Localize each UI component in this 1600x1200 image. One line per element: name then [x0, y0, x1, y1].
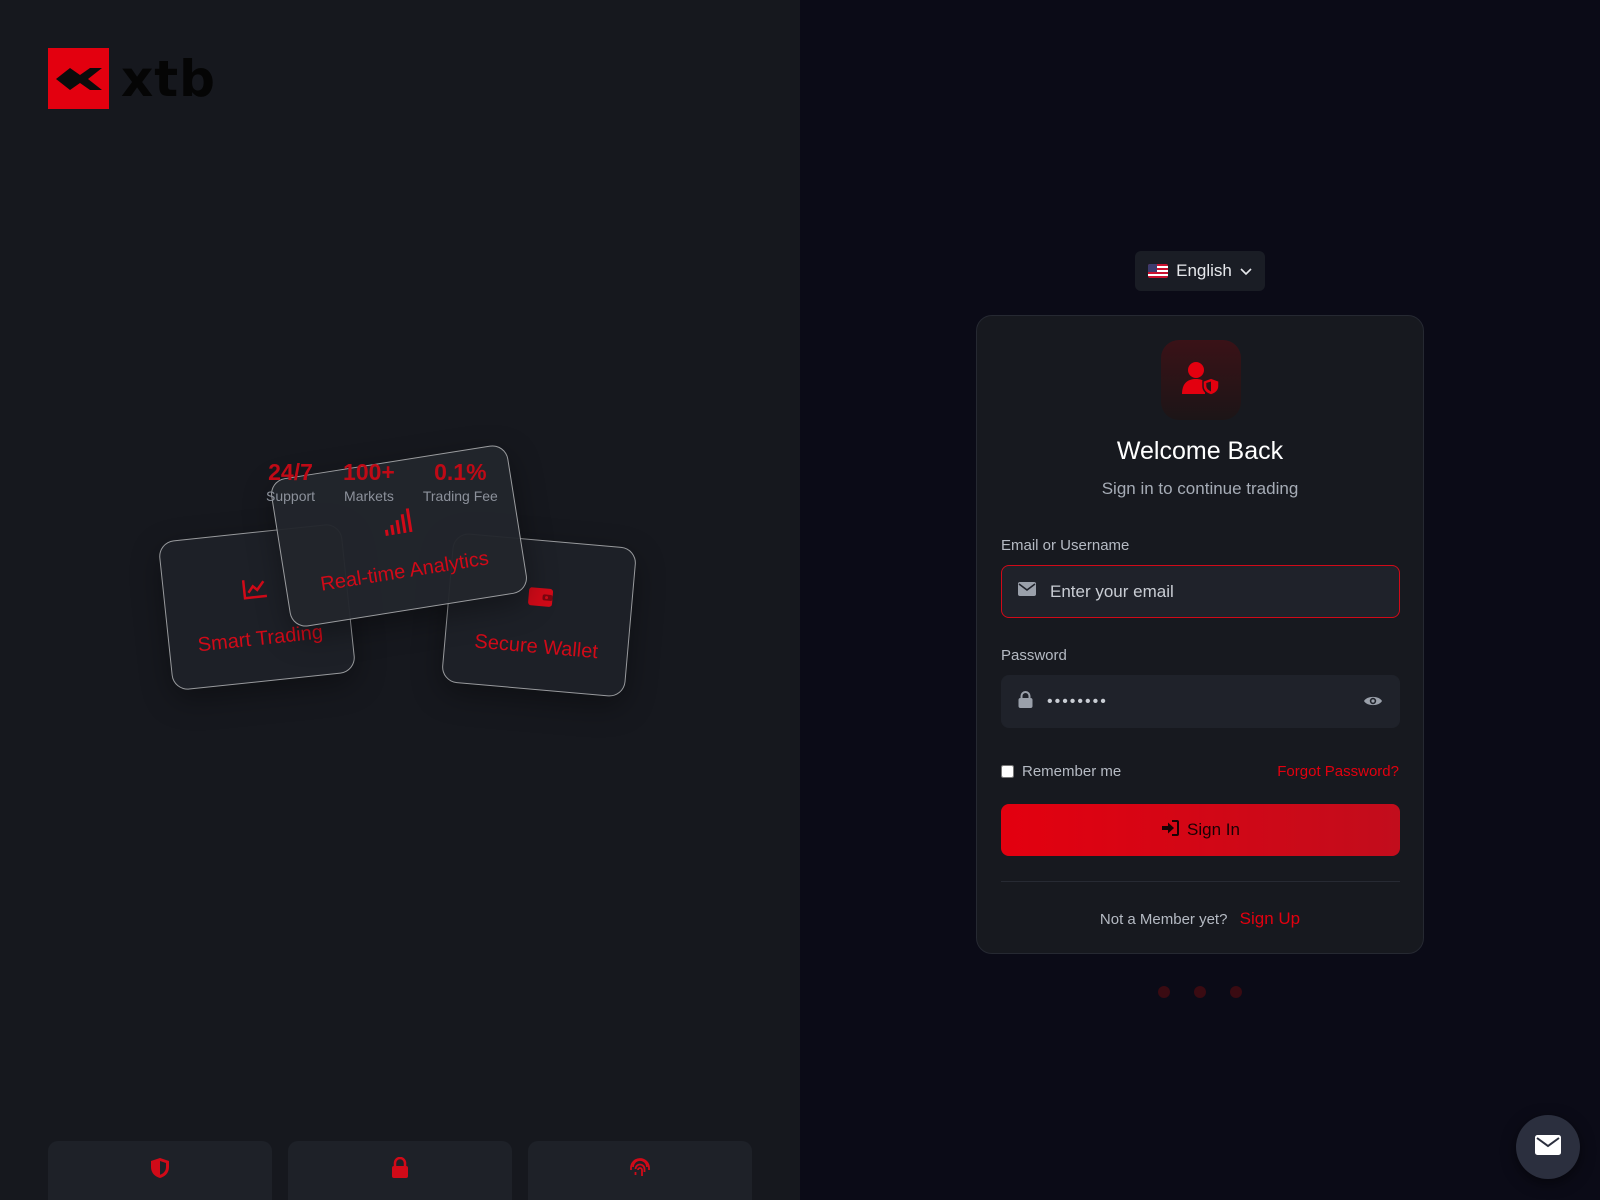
user-shield-icon [1182, 361, 1220, 400]
envelope-icon [1018, 582, 1036, 601]
forgot-password-link[interactable]: Forgot Password? [1277, 763, 1399, 780]
wallet-icon [526, 584, 554, 613]
lock-icon [1018, 690, 1033, 713]
login-card: Welcome Back Sign in to continue trading… [976, 315, 1424, 954]
email-input[interactable] [1050, 581, 1350, 602]
user-shield-avatar [1161, 340, 1241, 420]
password-label: Password [1001, 647, 1067, 664]
line-chart-icon [241, 576, 270, 606]
tile-lock [288, 1141, 512, 1200]
sign-in-label: Sign In [1187, 820, 1240, 839]
login-title: Welcome Back [1116, 437, 1284, 465]
signal-bars-icon [380, 508, 414, 541]
sign-in-icon [1161, 819, 1180, 841]
brand-name: xtb [121, 49, 216, 108]
stat-trading-fee: 0.1% Trading Fee [423, 458, 498, 504]
stat-support: 24/7 Support [266, 458, 315, 504]
stat-value: 0.1% [434, 459, 487, 485]
mail-icon [1535, 1134, 1561, 1160]
stat-markets: 100+ Markets [343, 458, 395, 504]
showcase-panel: xtb Smart Trading Secure Wallet Real-tim… [0, 0, 800, 1200]
shield-icon [150, 1157, 170, 1184]
login-subtitle: Sign in to continue trading [1101, 479, 1299, 498]
card-label: Smart Trading [196, 621, 324, 657]
contact-button[interactable] [1516, 1115, 1580, 1179]
email-label: Email or Username [1001, 537, 1130, 554]
tile-fingerprint [528, 1141, 752, 1200]
divider [1001, 881, 1400, 882]
stat-label: Markets [344, 488, 394, 504]
not-member-text: Not a Member yet? [1099, 911, 1228, 928]
remember-me-label: Remember me [1022, 763, 1122, 780]
language-label: English [1176, 261, 1232, 280]
carousel-dot[interactable] [1194, 986, 1206, 998]
tile-shield [48, 1141, 272, 1200]
carousel-dot[interactable] [1230, 986, 1242, 998]
signup-prompt: Not a Member yet? Sign Up [977, 909, 1423, 929]
sign-up-link[interactable]: Sign Up [1240, 909, 1300, 928]
security-feature-tiles [48, 1141, 768, 1200]
password-input[interactable] [1047, 692, 1347, 711]
login-panel: English Welcome Back Sign in to continue… [800, 0, 1600, 1200]
carousel-dot[interactable] [1158, 986, 1170, 998]
remember-me-checkbox[interactable] [1001, 765, 1014, 778]
stats-row: 24/7 Support 100+ Markets 0.1% Trading F… [266, 458, 526, 504]
stat-label: Trading Fee [422, 488, 498, 504]
stat-label: Support [266, 488, 316, 504]
stat-value: 100+ [343, 459, 395, 485]
card-label: Secure Wallet [473, 630, 599, 664]
carousel-dots [1158, 986, 1242, 998]
password-field-wrapper [1001, 675, 1400, 728]
language-selector[interactable]: English [1135, 251, 1265, 291]
remember-me[interactable]: Remember me [1001, 763, 1121, 780]
card-label: Real-time Analytics [318, 547, 491, 596]
show-password-icon[interactable] [1363, 694, 1383, 713]
xtb-logo-icon [48, 48, 109, 109]
fingerprint-icon [629, 1157, 651, 1184]
sign-in-button[interactable]: Sign In [1001, 804, 1400, 856]
chevron-down-icon [1240, 261, 1252, 281]
us-flag-icon [1148, 264, 1169, 278]
email-field-wrapper [1001, 565, 1400, 618]
brand-logo[interactable]: xtb [48, 48, 216, 109]
stat-value: 24/7 [268, 459, 313, 485]
lock-icon [391, 1156, 409, 1184]
